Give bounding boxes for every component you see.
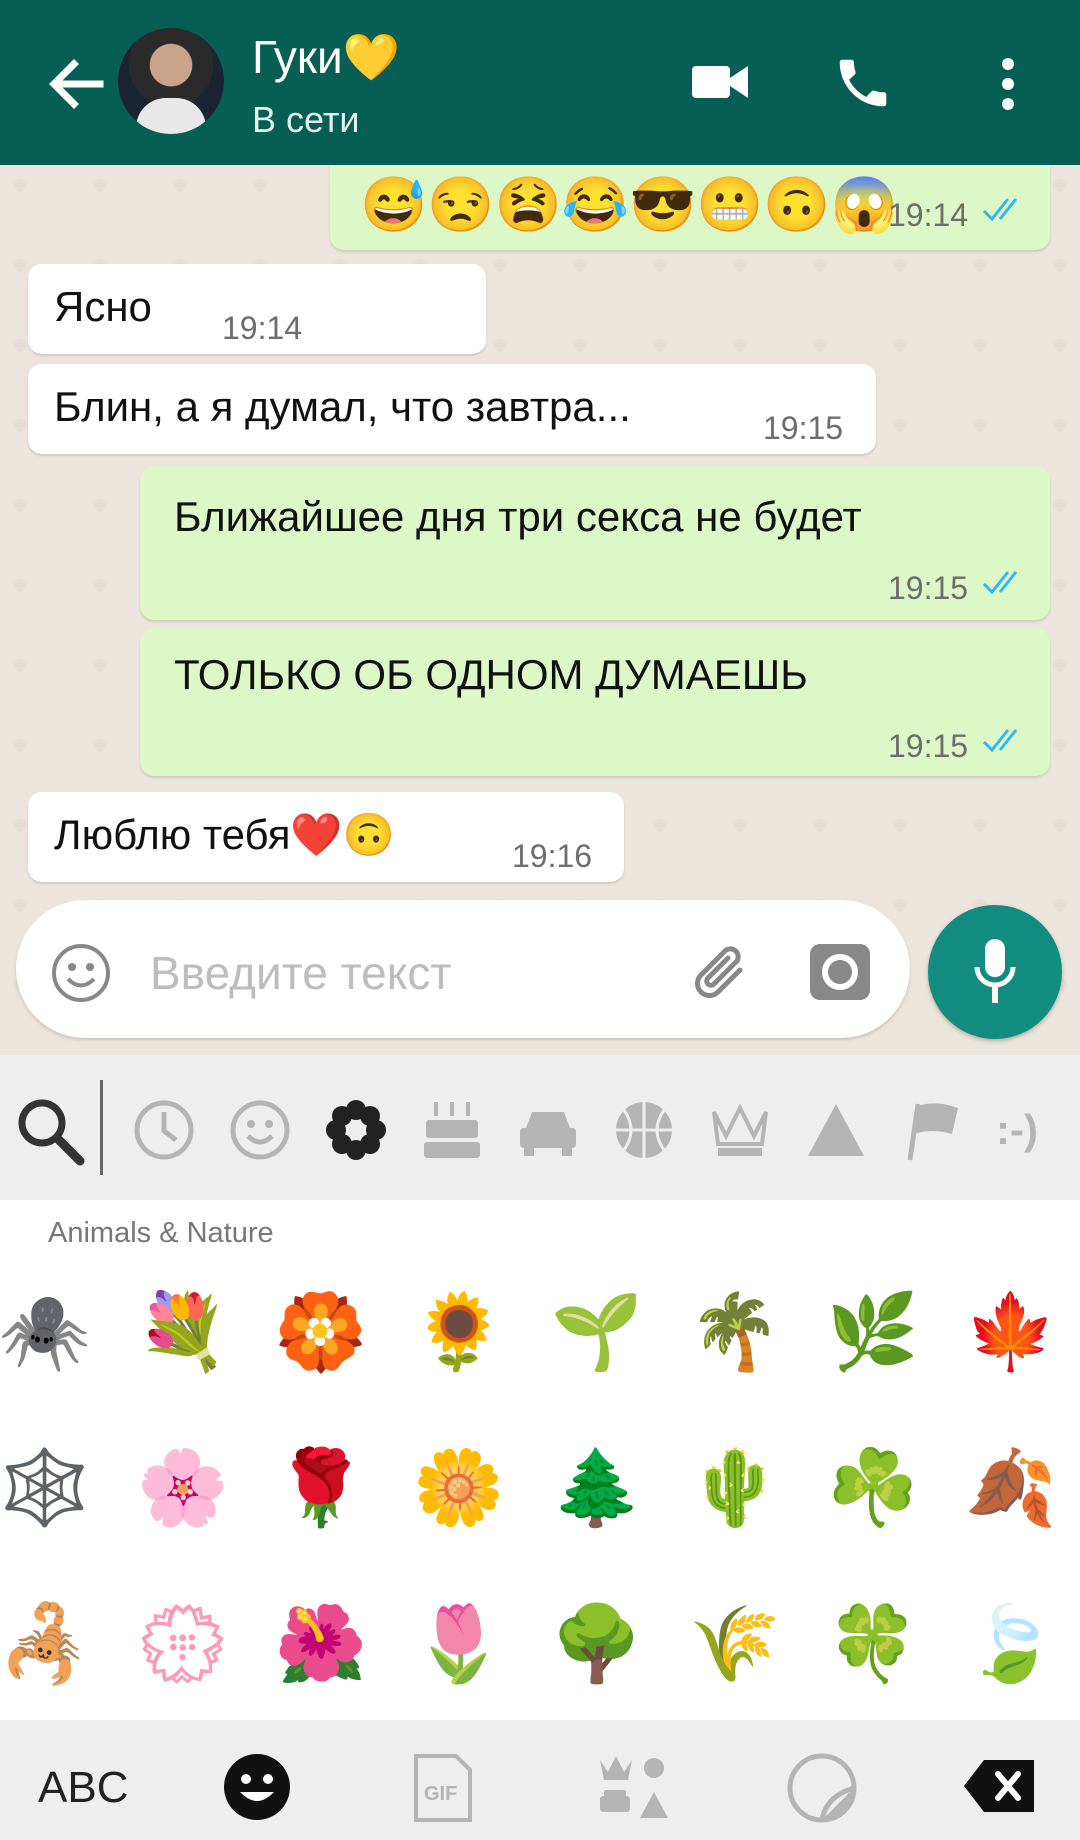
emoji-cell[interactable]: 🕷️ xyxy=(0,1282,95,1382)
message-time: 19:15 xyxy=(888,570,969,606)
emoji-cell[interactable]: 🌷 xyxy=(409,1594,509,1694)
message-time: 19:15 xyxy=(888,728,969,764)
emoji-cell[interactable]: 🌳 xyxy=(547,1594,647,1694)
message-time: 19:14 xyxy=(222,310,303,346)
flower-icon[interactable] xyxy=(324,1098,388,1162)
emoji-cell[interactable]: 💐 xyxy=(133,1282,233,1382)
message-time: 19:15 xyxy=(763,410,844,446)
gif-label: GIF xyxy=(424,1783,458,1805)
basketball-icon[interactable] xyxy=(612,1098,676,1162)
emoji-cell[interactable]: 🌺 xyxy=(271,1594,371,1694)
emoji-cell[interactable]: 💮 xyxy=(133,1594,233,1694)
back-arrow-icon[interactable] xyxy=(40,48,112,120)
yellow-heart-icon: 💛 xyxy=(342,31,400,83)
emoji-cell[interactable]: 🍁 xyxy=(961,1282,1061,1382)
emoji-cell[interactable]: 🏵️ xyxy=(271,1282,371,1382)
message-time: 19:16 xyxy=(512,838,593,874)
emoji-cell[interactable]: 🦂 xyxy=(0,1594,95,1694)
message-bubble-incoming[interactable]: Люблю тебя❤️🙃 19:16 xyxy=(28,792,624,882)
video-call-icon[interactable] xyxy=(690,60,750,104)
emoji-cell[interactable]: ☘️ xyxy=(823,1438,923,1538)
crown-icon[interactable] xyxy=(708,1098,772,1162)
emoji-cell[interactable]: 🕸️ xyxy=(0,1438,95,1538)
read-receipt-icon xyxy=(982,571,1018,595)
emoji-cell[interactable]: 🌹 xyxy=(271,1438,371,1538)
emoji-cell[interactable]: 🌵 xyxy=(685,1438,785,1538)
gif-tab[interactable]: GIF xyxy=(412,1752,474,1824)
emoji-cell[interactable]: 🌱 xyxy=(547,1282,647,1382)
message-text: 😅😒😫😂😎😬🙃😱 xyxy=(360,175,898,235)
keyboard-bottom-bar xyxy=(0,1720,1080,1840)
phone-call-icon[interactable] xyxy=(832,52,894,114)
message-bubble-outgoing[interactable]: ТОЛЬКО ОБ ОДНОМ ДУМАЕШЬ 19:15 xyxy=(140,628,1050,776)
flag-icon[interactable] xyxy=(900,1098,964,1162)
contact-name[interactable]: Гуки💛 xyxy=(252,30,400,84)
abc-keyboard-switch[interactable]: ABC xyxy=(38,1763,128,1813)
message-text: Ближайшее дня три секса не будет xyxy=(174,493,862,540)
more-options-icon[interactable] xyxy=(996,56,1020,112)
emoji-cell[interactable]: 🌻 xyxy=(409,1282,509,1382)
message-bubble-outgoing[interactable]: Ближайшее дня три секса не будет 19:15 xyxy=(140,466,1050,620)
attachment-paperclip-icon[interactable] xyxy=(690,940,754,1006)
message-bubble-incoming[interactable]: Ясно 19:14 xyxy=(28,264,486,354)
sticker-icon[interactable] xyxy=(786,1752,858,1824)
cake-icon[interactable] xyxy=(420,1098,484,1162)
voice-record-button[interactable] xyxy=(928,905,1062,1039)
emoji-cell[interactable]: 🌸 xyxy=(133,1438,233,1538)
triangle-icon[interactable] xyxy=(804,1098,868,1162)
read-receipt-icon xyxy=(982,729,1018,753)
contact-name-text: Гуки xyxy=(252,31,343,83)
avatar[interactable] xyxy=(118,28,224,134)
backspace-icon[interactable] xyxy=(962,1758,1038,1814)
symbols-tab-icon[interactable] xyxy=(596,1752,672,1824)
message-text: ТОЛЬКО ОБ ОДНОМ ДУМАЕШЬ xyxy=(174,651,808,698)
emoji-tab-smiley-icon[interactable] xyxy=(222,1752,292,1822)
message-bubble-incoming[interactable]: Блин, а я думал, что завтра... 19:15 xyxy=(28,364,876,454)
car-icon[interactable] xyxy=(516,1098,580,1162)
read-receipt-icon xyxy=(982,198,1018,222)
message-text: Люблю тебя❤️🙃 xyxy=(54,811,396,858)
tab-divider xyxy=(100,1080,103,1175)
message-text: Ясно xyxy=(54,283,152,330)
emoji-cell[interactable]: 🌼 xyxy=(409,1438,509,1538)
emoji-cell[interactable]: 🌿 xyxy=(823,1282,923,1382)
contact-status: В сети xyxy=(252,99,360,140)
recent-clock-icon[interactable] xyxy=(132,1098,196,1162)
emoji-cell[interactable]: 🍀 xyxy=(823,1594,923,1694)
emoji-cell[interactable]: 🍃 xyxy=(961,1594,1061,1694)
message-bubble-outgoing[interactable]: 😅😒😫😂😎😬🙃😱 19:14 xyxy=(330,165,1050,250)
camera-icon[interactable] xyxy=(808,940,872,1004)
search-icon[interactable] xyxy=(14,1095,86,1167)
smiley-icon[interactable] xyxy=(228,1098,292,1162)
emoji-cell[interactable]: 🌾 xyxy=(685,1594,785,1694)
emoji-cell[interactable]: 🍂 xyxy=(961,1438,1061,1538)
message-text: Блин, а я думал, что завтра... xyxy=(54,383,631,430)
message-time: 19:14 xyxy=(888,197,969,233)
emoticon-text-icon[interactable]: :-) xyxy=(996,1098,1070,1162)
emoji-cell[interactable]: 🌴 xyxy=(685,1282,785,1382)
message-input[interactable]: Введите текст xyxy=(150,945,451,1001)
emoji-section-title: Animals & Nature xyxy=(48,1217,274,1249)
emoji-smiley-icon[interactable] xyxy=(50,942,112,1004)
microphone-icon xyxy=(974,939,1016,1003)
emoji-cell[interactable]: 🌲 xyxy=(547,1438,647,1538)
